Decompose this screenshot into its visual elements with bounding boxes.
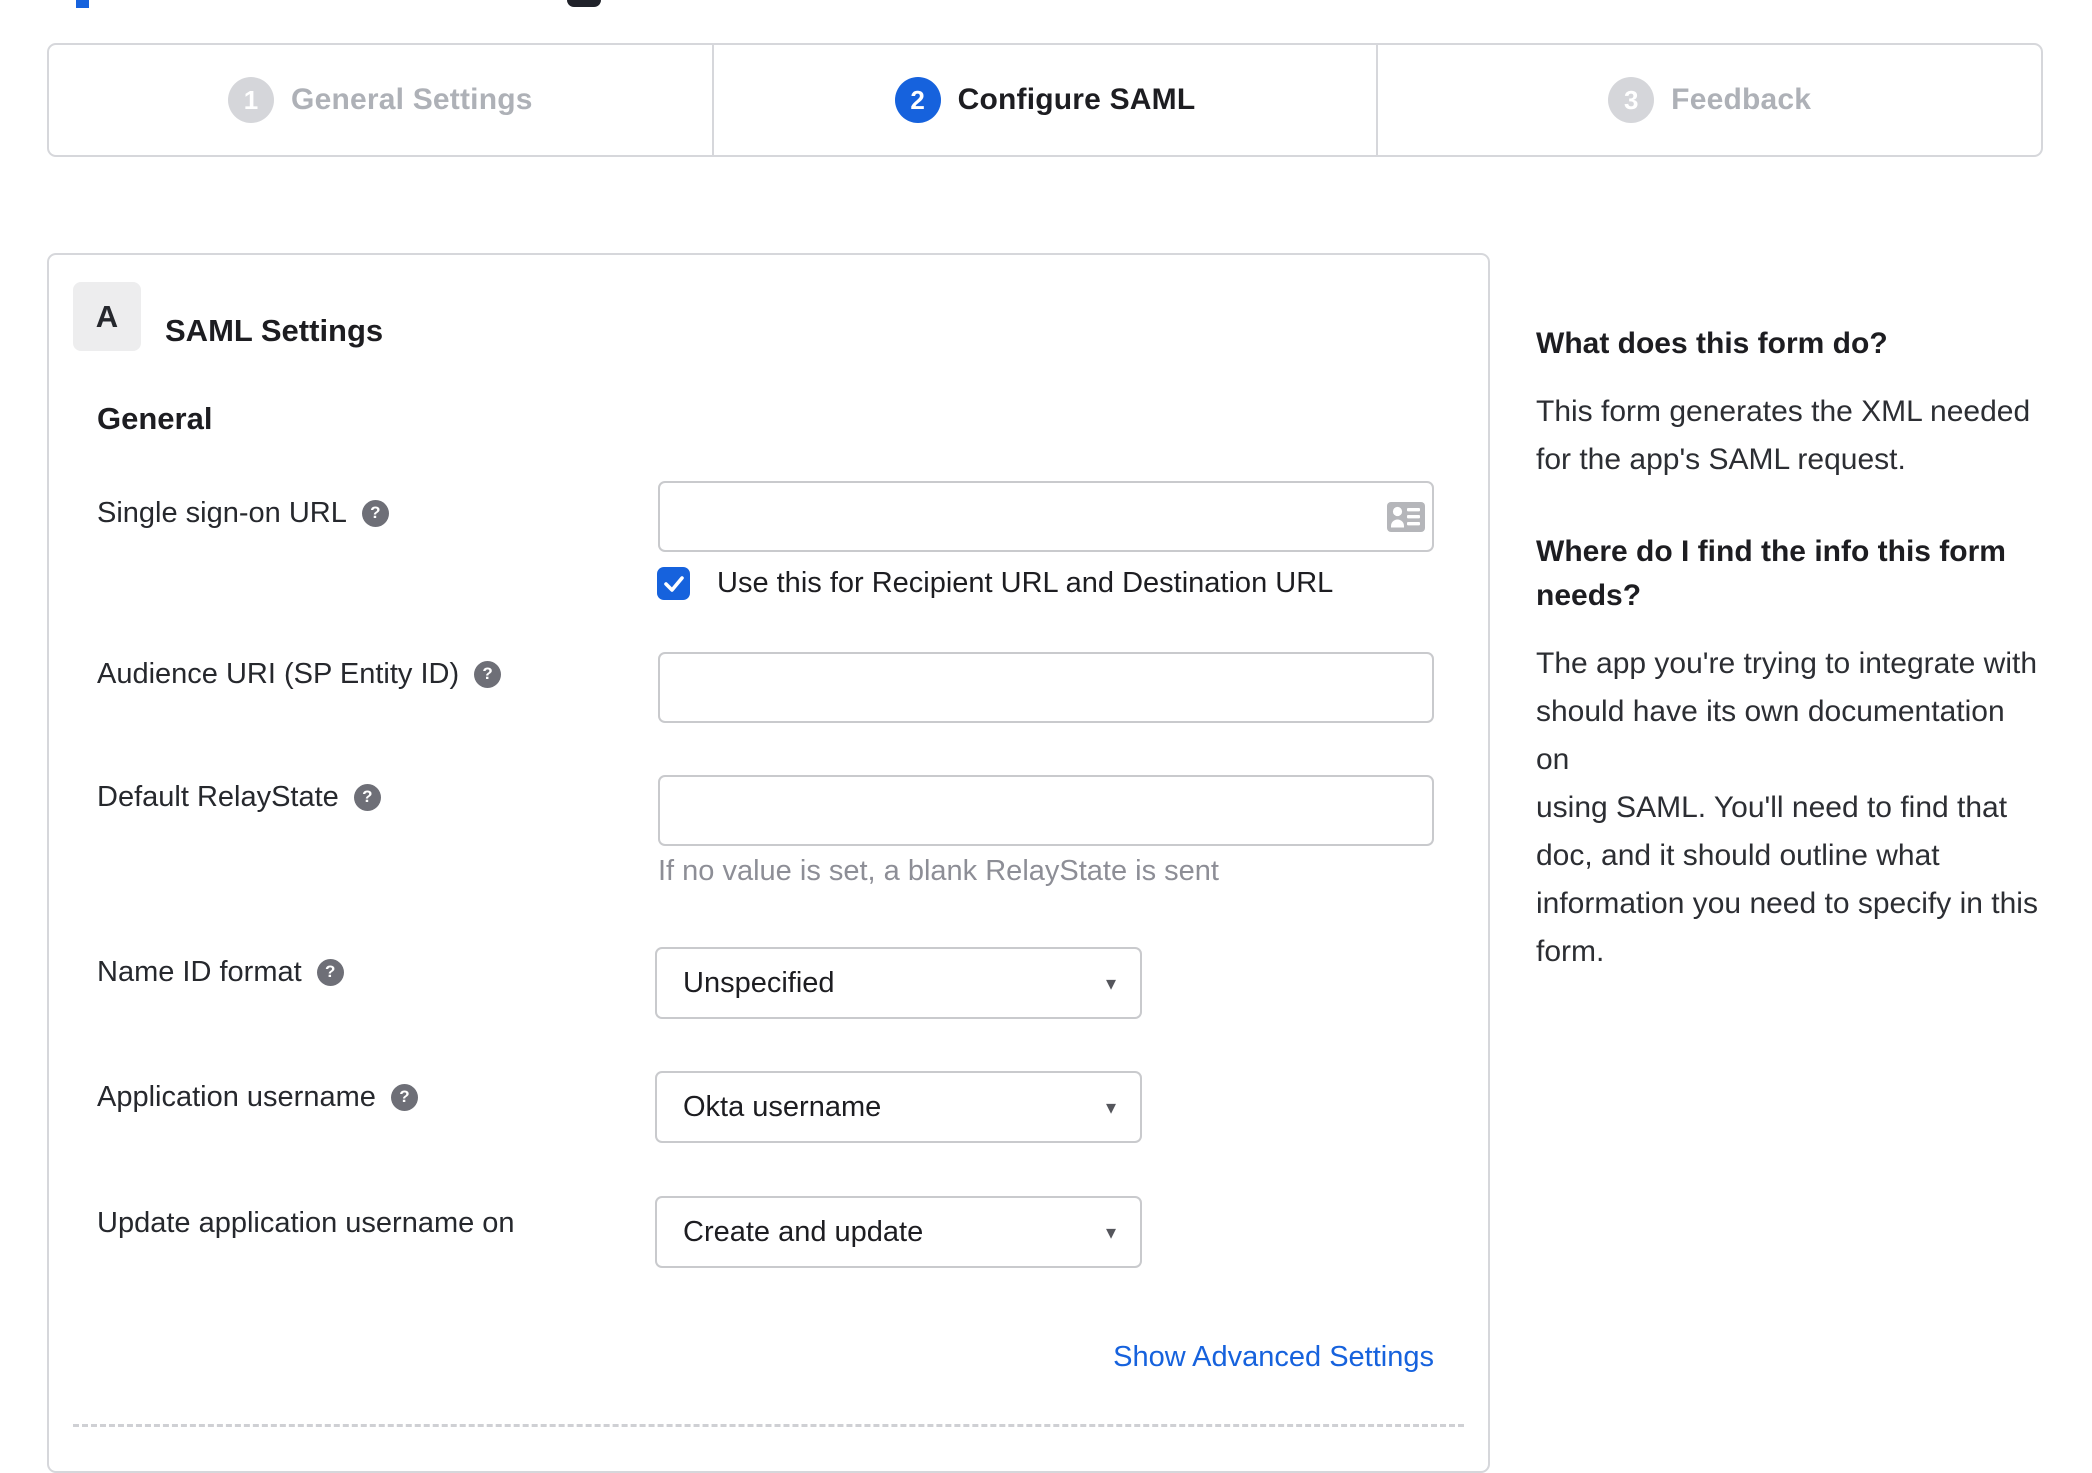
sso-url-help-icon[interactable]: ? [361,499,389,527]
app-username-select[interactable]: Okta username ▾ [655,1071,1142,1143]
header-icon-fragment [567,0,601,7]
sso-url-label: Single sign-on URL [97,497,347,529]
relaystate-help-icon[interactable]: ? [353,783,381,811]
update-username-label: Update application username on [97,1207,515,1239]
show-advanced-settings-link[interactable]: Show Advanced Settings [1113,1341,1434,1374]
saml-settings-panel: A SAML Settings General Single sign-on U… [47,253,1490,1473]
app-username-label-row: Application username ? [97,1080,418,1114]
audience-uri-help-icon[interactable]: ? [474,660,502,688]
recipient-url-checkbox-label[interactable]: Use this for Recipient URL and Destinati… [717,566,1333,600]
group-heading-general: General [97,401,213,436]
chevron-down-icon: ▾ [1105,1221,1116,1244]
chevron-down-icon: ▾ [1105,972,1116,995]
app-username-label: Application username [97,1081,376,1113]
section-badge: A [73,282,141,351]
step-3-label: Feedback [1671,83,1812,116]
audience-uri-label-row: Audience URI (SP Entity ID) ? [97,657,502,691]
help-body-where: The app you're trying to integrate with … [1536,647,2038,968]
audience-uri-label: Audience URI (SP Entity ID) [97,658,460,690]
nameid-format-label-row: Name ID format ? [97,955,344,989]
help-sidebar: What does this form do? This form genera… [1536,322,2041,1022]
step-1-label: General Settings [291,83,533,116]
sso-url-label-row: Single sign-on URL ? [97,496,389,530]
wizard-stepper: 1 General Settings 2 Configure SAML 3 Fe… [47,43,2043,157]
sso-url-input[interactable] [658,481,1434,552]
help-heading-what: What does this form do? [1536,327,1888,360]
nameid-format-help-icon[interactable]: ? [316,958,344,986]
panel-title: SAML Settings [165,312,384,348]
checkbox-checkmark-icon [663,575,684,592]
relaystate-hint: If no value is set, a blank RelayState i… [658,855,1219,887]
step-2-label: Configure SAML [957,83,1196,116]
step-configure-saml[interactable]: 2 Configure SAML [711,45,1377,155]
step-2-circle: 2 [894,77,941,123]
step-feedback[interactable]: 3 Feedback [1376,45,2041,155]
step-1-circle: 1 [228,77,275,123]
contact-card-icon[interactable] [1387,502,1425,532]
chevron-down-icon: ▾ [1105,1096,1116,1119]
app-username-value: Okta username [683,1090,882,1123]
audience-uri-input[interactable] [658,652,1434,723]
update-username-label-row: Update application username on [97,1206,515,1240]
update-username-select[interactable]: Create and update ▾ [655,1196,1142,1268]
nameid-format-label: Name ID format [97,956,302,988]
step-general-settings[interactable]: 1 General Settings [49,45,712,155]
help-body-what: This form generates the XML needed for t… [1536,395,2031,476]
relaystate-label: Default RelayState [97,781,339,813]
help-heading-where: Where do I find the info this form needs… [1536,535,2006,612]
nameid-format-select[interactable]: Unspecified ▾ [655,947,1142,1019]
nameid-format-value: Unspecified [683,966,835,999]
header-logo-fragment [76,0,89,8]
app-username-help-icon[interactable]: ? [390,1083,418,1111]
step-3-circle: 3 [1608,77,1655,123]
relaystate-label-row: Default RelayState ? [97,780,381,814]
update-username-value: Create and update [683,1215,924,1248]
relaystate-input[interactable] [658,775,1434,846]
recipient-url-checkbox[interactable] [657,567,690,600]
